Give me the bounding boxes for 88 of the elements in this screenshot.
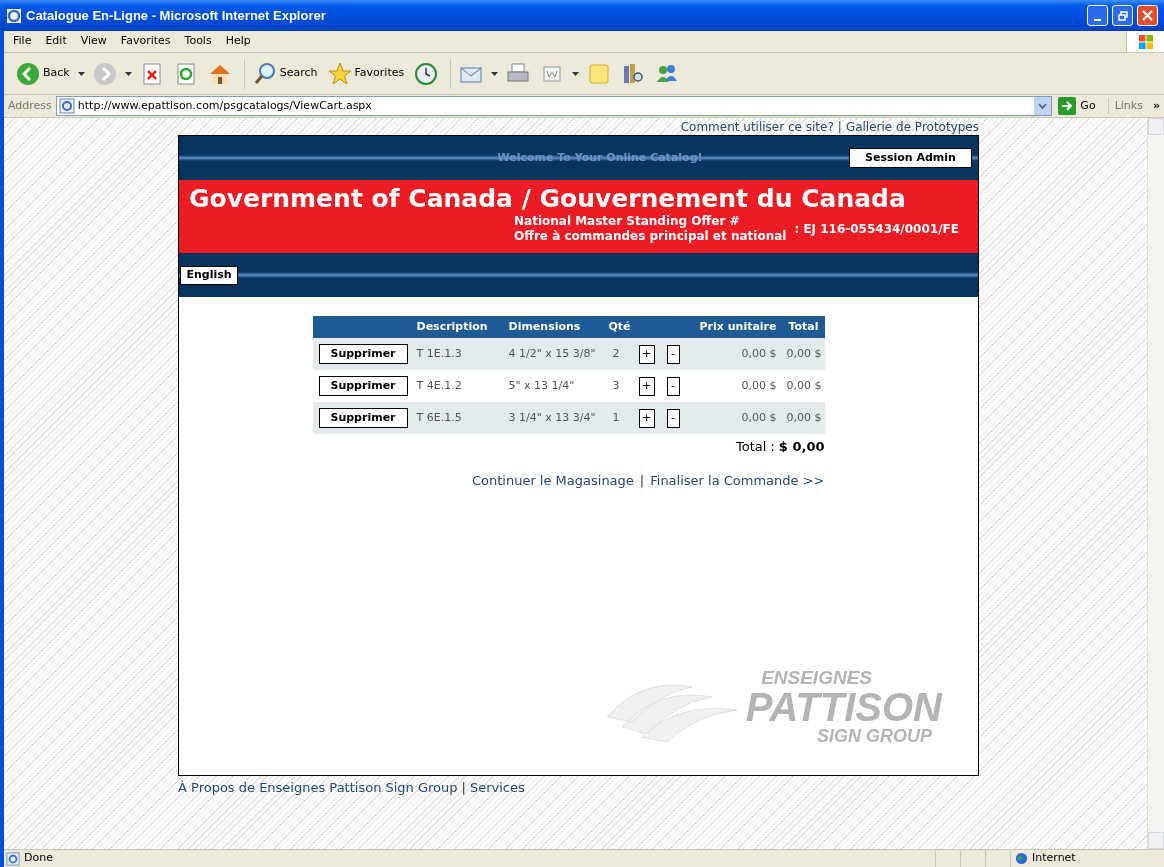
- status-text: Done: [24, 850, 54, 867]
- restore-button[interactable]: [1112, 5, 1133, 26]
- dropdown-button[interactable]: [1034, 97, 1052, 115]
- dropdown-caret-icon: [77, 71, 85, 76]
- table-cell-text: 0,00 $: [785, 345, 823, 362]
- close-icon: [1142, 10, 1153, 21]
- globe-icon: [1015, 852, 1028, 865]
- offer-label: National Master Standing Offer #: [514, 214, 741, 229]
- column-header: Dimensions: [508, 318, 582, 335]
- dropdown-caret-icon: [491, 71, 499, 76]
- table-cell-text: 0,00 $: [785, 409, 823, 426]
- books-icon: [621, 61, 646, 86]
- more-chevron[interactable]: »: [1146, 97, 1164, 115]
- welcome-text: Welcome To Your Online Catalog!: [497, 149, 703, 166]
- toolbar-button[interactable]: Favorites: [325, 58, 407, 89]
- banner-title: Government of Canada / Gouvernement du Canada: [189, 184, 907, 214]
- toolbar-button[interactable]: Search: [250, 58, 320, 89]
- go-button[interactable]: Go: [1056, 97, 1098, 115]
- link-separator: |: [639, 472, 645, 490]
- table-cell-text: 0,00 $: [740, 377, 777, 394]
- services-link[interactable]: Services: [469, 778, 525, 798]
- dropdown-caret-icon: [572, 71, 580, 76]
- table-cell-text: T 1E.1.3: [416, 345, 463, 362]
- logo-text: SIGN GROUP: [817, 727, 932, 745]
- minimize-button[interactable]: [1087, 5, 1108, 26]
- help-link[interactable]: Comment utiliser ce site?: [680, 117, 834, 136]
- continue-shopping-link[interactable]: Continuer le Magasinage: [471, 471, 634, 491]
- window-title: Catalogue En-Ligne - Microsoft Internet Explorer: [26, 6, 326, 25]
- link-separator: |: [837, 118, 842, 136]
- total-label: Total :: [735, 438, 775, 457]
- table-cell-text: 1: [611, 409, 621, 426]
- table-cell-text: 0,00 $: [740, 409, 777, 426]
- close-button[interactable]: [1137, 5, 1158, 26]
- column-header: Total: [787, 318, 820, 335]
- delete-button[interactable]: Supprimer: [318, 408, 408, 428]
- sticky-note-icon: [587, 61, 612, 86]
- restore-icon: [1117, 10, 1128, 21]
- table-cell-text: 3 1/4" x 13 3/4": [508, 409, 597, 426]
- chevron-down-icon: [1038, 103, 1048, 109]
- checkout-link[interactable]: Finaliser la Commande >>: [650, 471, 825, 491]
- increase-button[interactable]: +: [638, 376, 655, 396]
- column-header: Prix unitaire: [698, 318, 777, 335]
- menu-item[interactable]: Favorites: [113, 33, 178, 50]
- zone-label: Internet: [1032, 850, 1077, 867]
- menu-item[interactable]: Edit: [38, 33, 74, 50]
- delete-button[interactable]: Supprimer: [318, 376, 408, 396]
- table-cell-text: 2: [611, 345, 621, 362]
- logo-text: ENSEIGNES: [761, 668, 872, 687]
- delete-button[interactable]: Supprimer: [318, 344, 408, 364]
- page-icon: [58, 98, 75, 114]
- english-button[interactable]: English: [180, 265, 238, 285]
- session-admin-button[interactable]: Session Admin: [849, 148, 972, 168]
- menu-item[interactable]: Tools: [177, 33, 219, 50]
- column-header: Description: [416, 318, 489, 335]
- links-label[interactable]: Links: [1107, 97, 1143, 115]
- table-cell-text: 5" x 13 1/4": [508, 377, 576, 394]
- dropdown-caret-icon: [124, 71, 132, 76]
- decrease-button[interactable]: -: [666, 344, 680, 364]
- menu-item[interactable]: File: [6, 33, 39, 50]
- column-header: Qté: [608, 318, 632, 335]
- table-cell-text: T 6E.1.5: [416, 409, 463, 426]
- total-value: $ 0,00: [778, 438, 825, 457]
- table-cell-text: 3: [611, 377, 621, 394]
- history-clock-icon: [414, 61, 439, 86]
- table-cell-text: 0,00 $: [740, 345, 777, 362]
- offer-label: Offre à commandes principal et national: [514, 229, 787, 244]
- decrease-button[interactable]: -: [666, 408, 680, 428]
- page-icon: [6, 851, 20, 866]
- browser-icon: [6, 7, 22, 24]
- flag-icon: [1137, 33, 1154, 50]
- star-icon: [327, 61, 352, 86]
- table-cell-text: 0,00 $: [785, 377, 823, 394]
- menu-item[interactable]: Help: [218, 33, 258, 50]
- search-icon: [252, 61, 277, 86]
- gallery-link[interactable]: Gallerie de Prototypes: [845, 117, 979, 136]
- increase-button[interactable]: +: [638, 408, 655, 428]
- link-separator: |: [461, 779, 466, 797]
- table-cell-text: T 4E.1.2: [416, 377, 463, 394]
- toolbar-button[interactable]: Back: [14, 58, 72, 89]
- menu-item[interactable]: View: [73, 33, 114, 50]
- table-cell-text: 4 1/2" x 15 3/8": [508, 345, 597, 362]
- address-label: Address: [8, 97, 52, 114]
- increase-button[interactable]: +: [638, 344, 655, 364]
- logo-text: PATTISON: [745, 687, 942, 727]
- decrease-button[interactable]: -: [666, 376, 680, 396]
- address-field[interactable]: http://www.epattison.com/psgcatalogs/ViewCart.aspx: [55, 96, 1053, 116]
- about-link[interactable]: À Propos de Enseignes Pattison Sign Group: [178, 778, 458, 798]
- offer-number: : EJ 116-055434/0001/FE: [794, 221, 959, 238]
